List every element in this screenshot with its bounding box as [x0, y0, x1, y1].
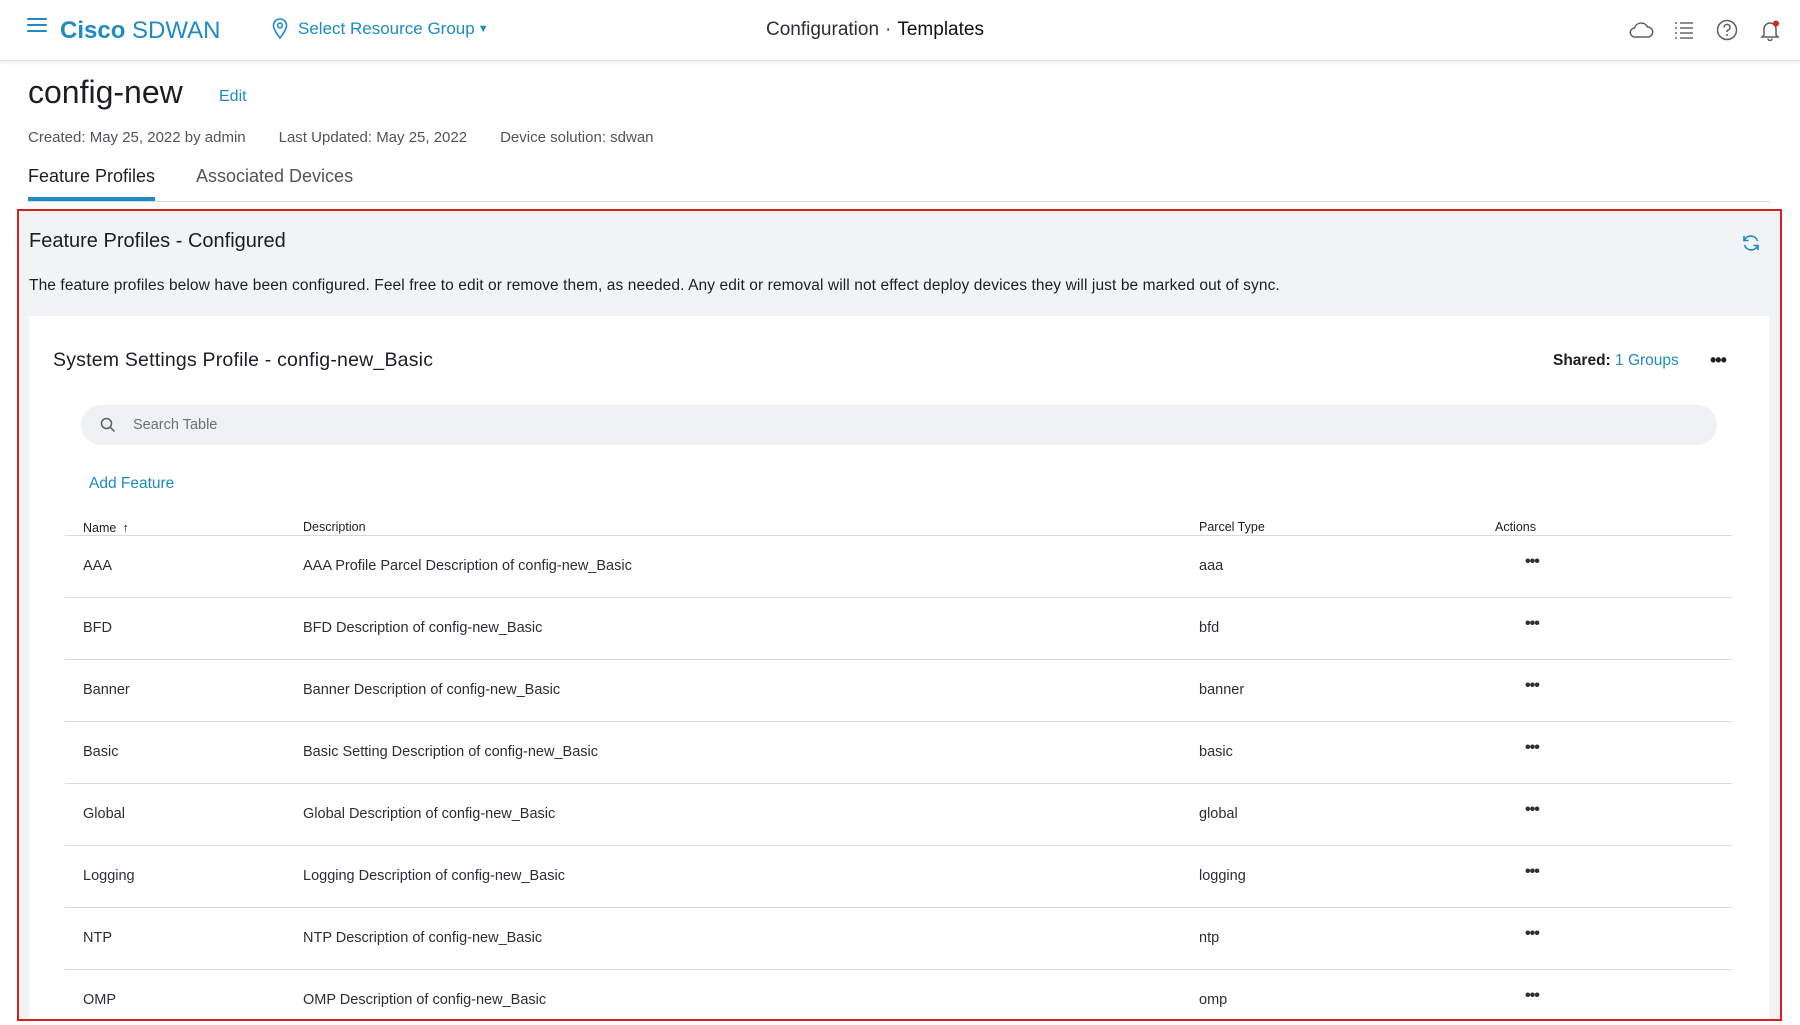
- shared-label: Shared:: [1553, 352, 1611, 369]
- column-header-parcel-type[interactable]: Parcel Type: [1199, 520, 1265, 534]
- location-pin-icon: [272, 18, 288, 40]
- help-icon[interactable]: [1714, 17, 1740, 43]
- panel-description: The feature profiles below have been con…: [29, 277, 1280, 294]
- edit-link[interactable]: Edit: [219, 88, 247, 106]
- row-actions-icon[interactable]: •••: [1525, 925, 1540, 943]
- cell-name: AAA: [83, 558, 113, 574]
- search-input[interactable]: [133, 417, 1633, 433]
- table-row: Logging Logging Description of config-ne…: [65, 846, 1732, 908]
- breadcrumb-current: Templates: [897, 19, 984, 40]
- cell-description: OMP Description of config-new_Basic: [303, 992, 547, 1008]
- row-actions-icon[interactable]: •••: [1525, 615, 1540, 633]
- table-row: NTP NTP Description of config-new_Basic …: [65, 908, 1732, 970]
- top-navigation-bar: Cisco SDWAN Select Resource Group ▼ Conf…: [0, 0, 1800, 61]
- search-bar: [81, 405, 1717, 445]
- breadcrumb-parent[interactable]: Configuration: [766, 19, 879, 40]
- profile-title: System Settings Profile - config-new_Bas…: [53, 349, 434, 371]
- row-actions-icon[interactable]: •••: [1525, 801, 1540, 819]
- table-row: AAA AAA Profile Parcel Description of co…: [65, 536, 1732, 598]
- cell-parcel-type: bfd: [1199, 620, 1220, 636]
- created-info: Created: May 25, 2022 by admin: [28, 129, 246, 146]
- row-actions-icon[interactable]: •••: [1525, 987, 1540, 1005]
- tab-associated-devices[interactable]: Associated Devices: [196, 166, 353, 187]
- cell-name: Basic: [83, 744, 119, 760]
- column-header-name[interactable]: Name ↑: [83, 520, 129, 535]
- cell-parcel-type: logging: [1199, 868, 1246, 884]
- row-actions-icon[interactable]: •••: [1525, 553, 1540, 571]
- row-actions-icon[interactable]: •••: [1525, 677, 1540, 695]
- cell-name: BFD: [83, 620, 112, 636]
- cell-parcel-type: omp: [1199, 992, 1228, 1008]
- panel-title: Feature Profiles - Configured: [29, 230, 286, 252]
- tab-feature-profiles[interactable]: Feature Profiles: [28, 166, 156, 201]
- cell-description: Logging Description of config-new_Basic: [303, 868, 565, 884]
- add-feature-button[interactable]: Add Feature: [89, 475, 174, 493]
- device-solution-info: Device solution: sdwan: [500, 129, 654, 146]
- profile-card: System Settings Profile - config-new_Bas…: [29, 316, 1769, 1019]
- cell-name: Global: [83, 806, 125, 822]
- table-row: OMP OMP Description of config-new_Basic …: [65, 970, 1732, 1019]
- cell-name: NTP: [83, 930, 112, 946]
- cell-parcel-type: ntp: [1199, 930, 1220, 946]
- last-updated-info: Last Updated: May 25, 2022: [278, 129, 468, 146]
- hamburger-menu-icon[interactable]: [27, 18, 47, 34]
- chevron-down-icon: ▼: [477, 23, 489, 35]
- sort-ascending-icon: ↑: [122, 520, 129, 535]
- cell-description: Banner Description of config-new_Basic: [303, 682, 561, 698]
- brand-logo[interactable]: Cisco SDWAN: [60, 17, 220, 45]
- cell-description: AAA Profile Parcel Description of config…: [303, 558, 632, 574]
- cell-description: NTP Description of config-new_Basic: [303, 930, 543, 946]
- breadcrumb: Configuration · Templates: [766, 19, 984, 41]
- cell-description: Basic Setting Description of config-new_…: [303, 744, 598, 760]
- refresh-icon[interactable]: [1741, 233, 1761, 258]
- profile-more-options-icon[interactable]: •••: [1710, 350, 1727, 371]
- template-metadata: Created: May 25, 2022 by admin Last Updat…: [28, 129, 687, 146]
- table-header: Name ↑ Description Parcel Type Actions: [65, 496, 1732, 536]
- column-header-description[interactable]: Description: [303, 520, 366, 534]
- cloud-icon[interactable]: [1628, 17, 1654, 43]
- column-header-actions: Actions: [1495, 520, 1536, 534]
- shared-groups: Shared: 1 Groups: [1553, 352, 1679, 370]
- tab-bar: Feature Profiles Associated Devices: [28, 164, 1770, 202]
- row-actions-icon[interactable]: •••: [1525, 739, 1540, 757]
- row-actions-icon[interactable]: •••: [1525, 863, 1540, 881]
- cell-parcel-type: banner: [1199, 682, 1245, 698]
- cell-parcel-type: basic: [1199, 744, 1233, 760]
- shared-groups-link[interactable]: 1 Groups: [1615, 352, 1679, 369]
- resource-group-label: Select Resource Group: [298, 19, 475, 38]
- cell-parcel-type: global: [1199, 806, 1238, 822]
- resource-group-selector[interactable]: Select Resource Group ▼: [272, 18, 489, 40]
- feature-profiles-panel: Feature Profiles - Configured The featur…: [17, 209, 1782, 1021]
- page-title: config-new: [28, 74, 183, 110]
- table-row: Banner Banner Description of config-new_…: [65, 660, 1732, 722]
- cell-parcel-type: aaa: [1199, 558, 1224, 574]
- cell-description: BFD Description of config-new_Basic: [303, 620, 543, 636]
- cell-name: Logging: [83, 868, 135, 884]
- features-table: Name ↑ Description Parcel Type Actions AA…: [65, 496, 1732, 1019]
- table-row: Global Global Description of config-new_…: [65, 784, 1732, 846]
- cell-description: Global Description of config-new_Basic: [303, 806, 556, 822]
- cell-name: OMP: [83, 992, 117, 1008]
- search-icon: [100, 417, 116, 433]
- table-row: Basic Basic Setting Description of confi…: [65, 722, 1732, 784]
- table-row: BFD BFD Description of config-new_Basic …: [65, 598, 1732, 660]
- header-actions: [1628, 17, 1800, 43]
- breadcrumb-separator: ·: [885, 19, 892, 40]
- task-list-icon[interactable]: [1671, 17, 1697, 43]
- notification-bell-icon[interactable]: [1757, 17, 1783, 43]
- cell-name: Banner: [83, 682, 130, 698]
